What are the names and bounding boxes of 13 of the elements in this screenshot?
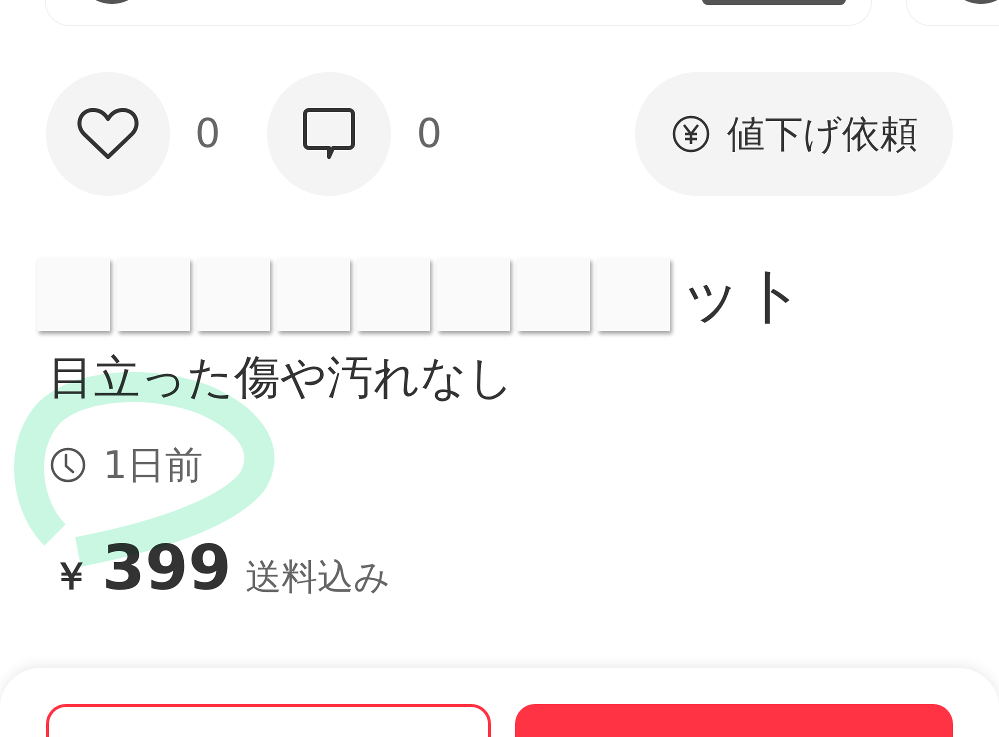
currency-symbol: ￥ <box>52 553 90 600</box>
item-title: ット <box>679 258 805 331</box>
heart-icon <box>76 108 140 160</box>
yen-coin-icon <box>672 115 710 153</box>
like-count: 0 <box>195 110 220 158</box>
clock-icon <box>50 447 86 483</box>
speech-bubble-icon <box>303 108 356 160</box>
comment-count: 0 <box>416 110 442 158</box>
price-amount: 399 <box>102 532 232 604</box>
posted-time: 1日前 <box>103 442 204 488</box>
price-cut-request-button[interactable]: 値下げ依頼 <box>635 72 953 196</box>
item-condition: 目立った傷や汚れなし <box>48 350 514 404</box>
shipping-note: 送料込み <box>245 556 390 600</box>
